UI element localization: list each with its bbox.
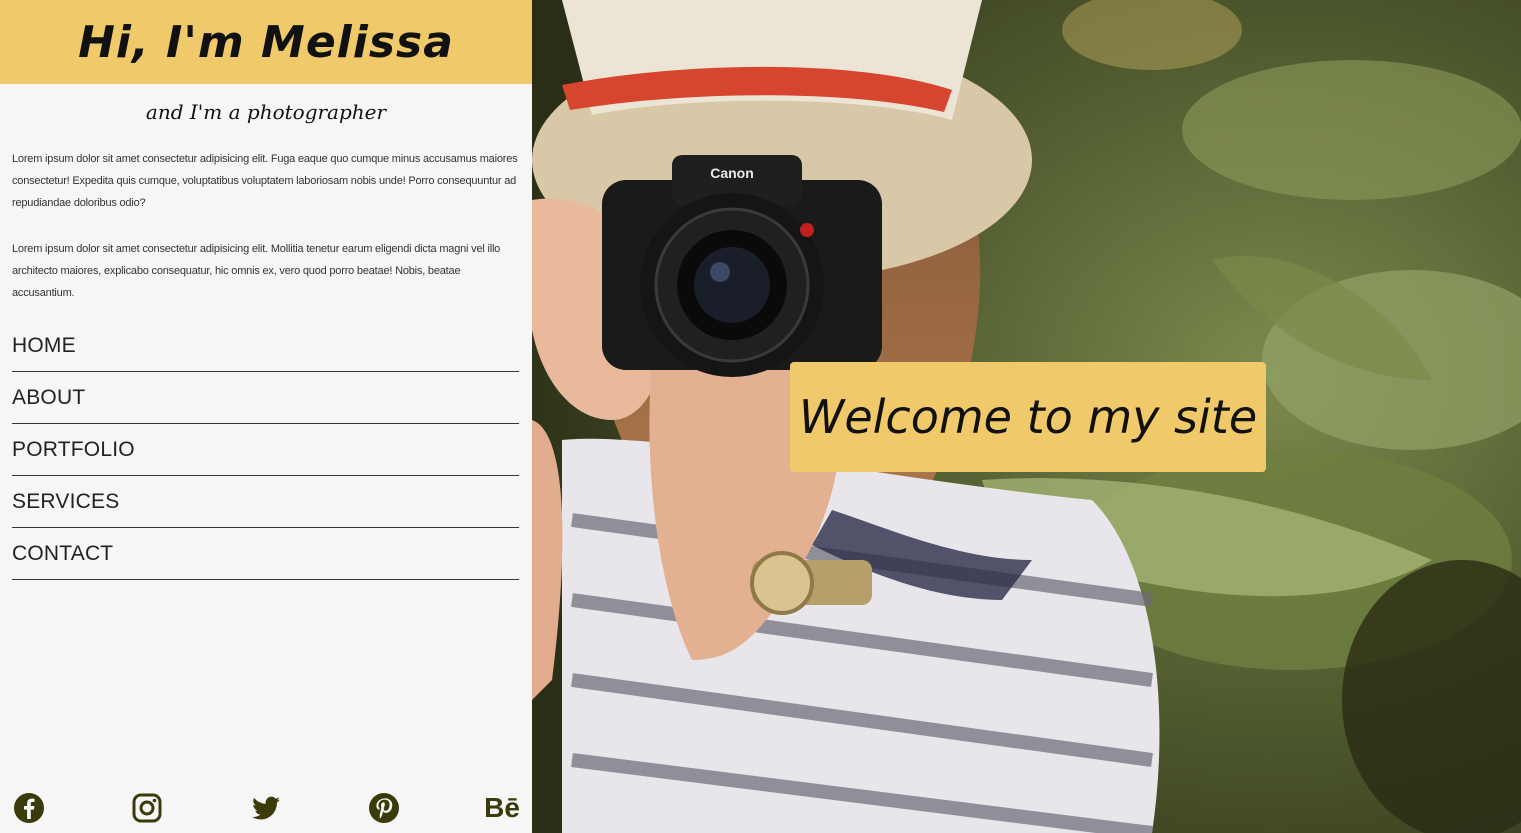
header-band: Hi, I'm Melissa: [0, 0, 532, 84]
main-nav: HOME ABOUT PORTFOLIO SERVICES CONTACT: [0, 330, 532, 580]
bio-paragraph: Lorem ipsum dolor sit amet consectetur a…: [12, 243, 501, 299]
behance-label: Bē: [484, 792, 520, 823]
hero: Canon Welcome to my site: [532, 0, 1521, 833]
social-links: Bē: [12, 791, 520, 825]
nav-item-about[interactable]: ABOUT: [12, 372, 519, 424]
behance-icon[interactable]: Bē: [484, 791, 520, 825]
nav-item-contact[interactable]: CONTACT: [12, 528, 519, 580]
subtitle: and I'm a photographer: [145, 100, 387, 124]
nav-item-services[interactable]: SERVICES: [12, 476, 519, 528]
nav-item-portfolio[interactable]: PORTFOLIO: [12, 424, 519, 476]
pinterest-icon[interactable]: [367, 791, 401, 825]
camera-brand-label: Canon: [710, 165, 754, 181]
welcome-text: Welcome to my site: [798, 390, 1258, 444]
instagram-icon[interactable]: [130, 791, 164, 825]
bio-paragraph: Lorem ipsum dolor sit amet consectetur a…: [12, 153, 518, 209]
page-title: Hi, I'm Melissa: [78, 16, 454, 68]
twitter-icon[interactable]: [249, 791, 283, 825]
nav-item-home[interactable]: HOME: [12, 330, 519, 372]
sidebar: Hi, I'm Melissa and I'm a photographer L…: [0, 0, 532, 833]
bio: Lorem ipsum dolor sit amet consectetur a…: [0, 148, 532, 304]
facebook-icon[interactable]: [12, 791, 46, 825]
welcome-banner: Welcome to my site: [790, 362, 1266, 472]
